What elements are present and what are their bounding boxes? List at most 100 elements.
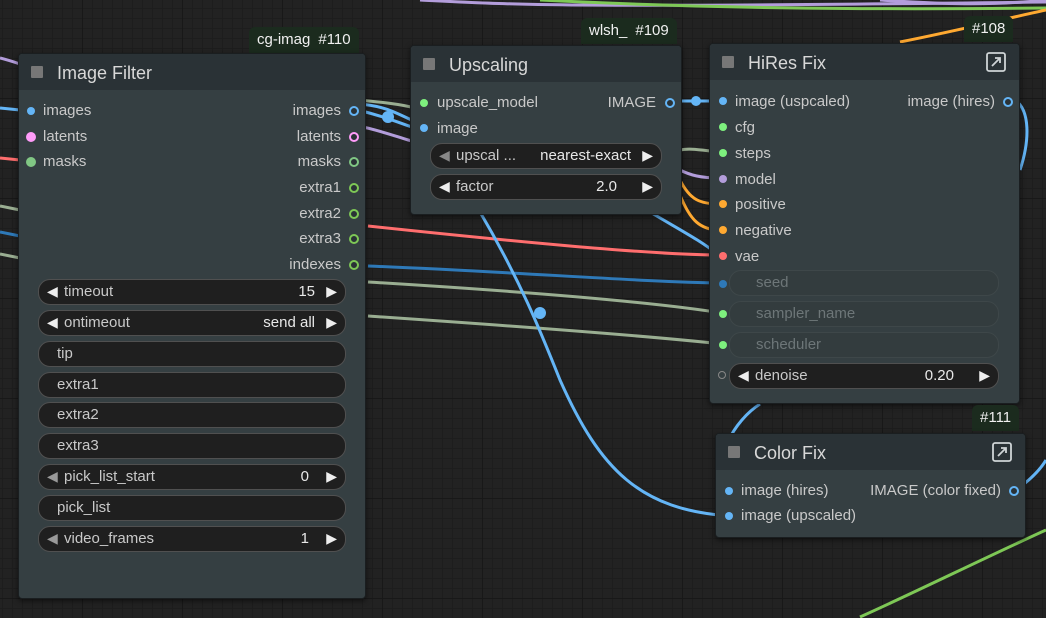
widget-label: seed [756, 274, 789, 291]
input-slot-seed[interactable] [719, 280, 727, 288]
node-id-badge: cg-imag #110 [249, 27, 359, 53]
input-slot-image[interactable] [420, 124, 428, 132]
decrement-arrow-icon[interactable]: ◀ [439, 178, 450, 195]
input-slot-sampler-name[interactable] [719, 310, 727, 318]
node-header[interactable]: Color Fix [716, 434, 1025, 470]
widget-value: 0 [300, 468, 309, 485]
output-slot-extra3[interactable] [349, 234, 359, 244]
decrement-arrow-icon[interactable]: ◀ [47, 283, 58, 300]
widget-label: ontimeout [64, 314, 130, 331]
output-slot-latents[interactable] [349, 132, 359, 142]
link-wire [357, 124, 416, 144]
node-title: Image Filter [57, 63, 153, 83]
extra1-widget[interactable]: extra1 [38, 372, 346, 398]
output-slot-extra1[interactable] [349, 183, 359, 193]
decrement-arrow-icon[interactable]: ◀ [439, 147, 450, 164]
node-header[interactable]: Upscaling [411, 46, 681, 82]
decrement-arrow-icon[interactable]: ◀ [47, 530, 58, 547]
input-label: steps [735, 145, 771, 162]
widget-label: pick_list [57, 499, 111, 516]
widget-value: nearest-exact [540, 147, 631, 164]
output-slot-indexes[interactable] [349, 260, 359, 270]
output-label: image (hires) [907, 93, 995, 110]
output-label: indexes [289, 256, 341, 273]
node-title: Color Fix [754, 443, 827, 463]
link-wire [0, 230, 21, 238]
seed-widget[interactable]: seed [729, 270, 999, 296]
upscaling-node[interactable]: Upscaling upscale_model image IMAGE ◀ up… [410, 45, 682, 215]
input-label: upscale_model [437, 94, 538, 111]
widget-value: 2.0 [596, 178, 617, 195]
node-header[interactable]: Image Filter [19, 54, 365, 90]
collapse-square-icon[interactable] [722, 56, 734, 68]
input-slot-vae[interactable] [719, 252, 727, 260]
link-wire [0, 204, 21, 212]
increment-arrow-icon[interactable]: ▶ [642, 178, 653, 195]
output-slot-image-color-fixed[interactable] [1009, 486, 1019, 496]
link-wire [367, 280, 723, 315]
collapse-square-icon[interactable] [31, 66, 43, 78]
pick-list-widget[interactable]: pick_list [38, 495, 346, 521]
extra3-widget[interactable]: extra3 [38, 433, 346, 459]
increment-arrow-icon[interactable]: ▶ [326, 314, 337, 331]
input-slot-negative[interactable] [719, 226, 727, 234]
input-label: latents [43, 128, 88, 145]
input-slot-steps[interactable] [719, 149, 727, 157]
input-slot-denoise[interactable] [718, 371, 726, 379]
node-badge-id: #110 [318, 31, 351, 48]
input-label: image (hires) [741, 482, 829, 499]
node-title: Upscaling [449, 55, 529, 75]
input-slot-images[interactable] [27, 107, 35, 115]
widget-label: denoise [755, 367, 808, 384]
output-slot-masks[interactable] [349, 157, 359, 167]
widget-label: extra3 [57, 437, 99, 454]
decrement-arrow-icon[interactable]: ◀ [738, 367, 749, 384]
hires-fix-node[interactable]: HiRes Fix image (uspcaled) cfg steps mod… [709, 43, 1020, 404]
denoise-widget[interactable]: ◀ denoise 0.20 ▶ [729, 363, 999, 389]
link-wire [367, 264, 723, 285]
input-label: images [43, 102, 92, 119]
collapse-square-icon[interactable] [728, 446, 740, 458]
video-frames-widget[interactable]: ◀ video_frames 1 ▶ [38, 526, 346, 552]
decrement-arrow-icon[interactable]: ◀ [47, 314, 58, 331]
upscale-method-widget[interactable]: ◀ upscal ... nearest-exact ▶ [430, 143, 662, 169]
tip-widget[interactable]: tip [38, 341, 346, 367]
output-label: images [292, 102, 341, 119]
extra2-widget[interactable]: extra2 [38, 402, 346, 428]
input-slot-scheduler[interactable] [719, 341, 727, 349]
increment-arrow-icon[interactable]: ▶ [979, 367, 990, 384]
node-header[interactable]: HiRes Fix [710, 44, 1019, 80]
image-filter-node[interactable]: Image Filter images latents masks images… [18, 53, 366, 599]
scheduler-widget[interactable]: scheduler [729, 332, 999, 358]
increment-arrow-icon[interactable]: ▶ [642, 147, 653, 164]
output-label: IMAGE [607, 94, 656, 111]
input-slot-positive[interactable] [719, 200, 727, 208]
sampler-name-widget[interactable]: sampler_name [729, 301, 999, 327]
timeout-widget[interactable]: ◀ timeout 15 ▶ [38, 279, 346, 305]
decrement-arrow-icon[interactable]: ◀ [47, 468, 58, 485]
pick-list-start-widget[interactable]: ◀ pick_list_start 0 ▶ [38, 464, 346, 490]
collapse-square-icon[interactable] [423, 58, 435, 70]
ontimeout-widget[interactable]: ◀ ontimeout send all ▶ [38, 310, 346, 336]
increment-arrow-icon[interactable]: ▶ [326, 468, 337, 485]
link-midpoint [382, 111, 394, 123]
input-slot-cfg[interactable] [719, 123, 727, 131]
increment-arrow-icon[interactable]: ▶ [326, 530, 337, 547]
output-slot-extra2[interactable] [349, 209, 359, 219]
widget-label: scheduler [756, 336, 822, 353]
input-slot-image-upscaled[interactable] [719, 97, 727, 105]
input-slot-image-upscaled[interactable] [725, 512, 733, 520]
output-slot-images[interactable] [349, 106, 359, 116]
input-slot-latents[interactable] [26, 132, 36, 142]
output-slot-image[interactable] [665, 98, 675, 108]
input-slot-image-hires[interactable] [725, 487, 733, 495]
input-slot-model[interactable] [719, 175, 727, 183]
factor-widget[interactable]: ◀ factor 2.0 ▶ [430, 174, 662, 200]
color-fix-node[interactable]: Color Fix image (hires) image (upscaled)… [715, 433, 1026, 538]
increment-arrow-icon[interactable]: ▶ [326, 283, 337, 300]
expand-icon[interactable] [991, 441, 1013, 463]
expand-icon[interactable] [985, 51, 1007, 73]
input-slot-masks[interactable] [26, 157, 36, 167]
input-slot-upscale-model[interactable] [420, 99, 428, 107]
output-slot-image-hires[interactable] [1003, 97, 1013, 107]
